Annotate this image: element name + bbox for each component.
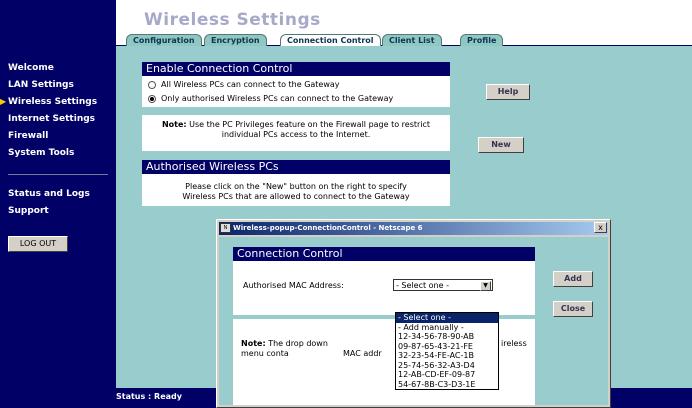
note-label: Note: [161, 120, 187, 129]
radio-row-authorised[interactable]: Only authorised Wireless PCs can connect… [148, 94, 393, 103]
enable-connection-control-section: Enable Connection Control All Wireless P… [142, 62, 450, 107]
close-button[interactable]: Close [553, 301, 593, 317]
authorised-wireless-pcs-section: Authorised Wireless PCs Please click on … [142, 160, 450, 206]
popup-heading: Connection Control [233, 247, 535, 261]
popup-note-end: ireless [501, 339, 527, 348]
sidebar-item-internet-settings[interactable]: Internet Settings [8, 114, 95, 124]
sidebar-item-wireless-settings[interactable]: Wireless Settings [8, 97, 97, 107]
sidebar-item-lan-settings[interactable]: LAN Settings [8, 80, 74, 90]
popup-titlebar: Wireless-popup-ConnectionControl - Netsc… [219, 222, 608, 235]
authorised-instructions: Please click on the "New" button on the … [146, 182, 446, 202]
dropdown-option[interactable]: 12-AB-CD-EF-09-87 [396, 370, 498, 380]
mac-address-label: Authorised MAC Address: [243, 281, 344, 290]
sidebar-item-status-logs[interactable]: Status and Logs [8, 189, 90, 199]
section-heading: Enable Connection Control [142, 62, 450, 76]
dropdown-option[interactable]: 32-23-54-FE-AC-1B [396, 351, 498, 361]
radio-all-pcs[interactable] [148, 80, 156, 89]
note-line2: individual PCs access to the Internet. [221, 130, 371, 139]
sidebar-item-system-tools[interactable]: System Tools [8, 148, 74, 158]
sidebar-item-support[interactable]: Support [8, 206, 49, 216]
section-heading: Authorised Wireless PCs [142, 160, 450, 174]
active-arrow-icon: ▶ [0, 97, 7, 106]
firewall-note: Note: Use the PC Privileges feature on t… [146, 120, 446, 140]
dropdown-option[interactable]: - Select one - [396, 313, 498, 323]
radio-row-all[interactable]: All Wireless PCs can connect to the Gate… [148, 80, 340, 89]
mac-address-dropdown[interactable]: - Select one - - Add manually - 12-34-56… [395, 312, 499, 390]
radio-label-all: All Wireless PCs can connect to the Gate… [161, 80, 340, 89]
add-button[interactable]: Add [553, 271, 593, 287]
logout-button[interactable]: LOG OUT [8, 236, 68, 252]
dropdown-option[interactable]: 54-67-8B-C3-D3-1E [396, 380, 498, 390]
sidebar: ▶ Welcome LAN Settings Wireless Settings… [0, 0, 116, 388]
note-line1: Use the PC Privileges feature on the Fir… [189, 120, 431, 129]
status-text: Status : Ready [116, 392, 182, 401]
help-button[interactable]: Help [486, 84, 530, 100]
dropdown-option[interactable]: 09-87-65-43-21-FE [396, 342, 498, 352]
sidebar-item-firewall[interactable]: Firewall [8, 131, 48, 141]
dropdown-option[interactable]: 12-34-56-78-90-AB [396, 332, 498, 342]
select-value: - Select one - [396, 281, 449, 290]
tab-bar: Configuration Encryption Connection Cont… [116, 34, 692, 47]
popup-body: Connection Control Authorised MAC Addres… [219, 237, 608, 405]
netscape-icon: N [220, 223, 231, 233]
mac-address-select[interactable]: - Select one - ▼ [393, 279, 493, 291]
connection-control-section: Connection Control Authorised MAC Addres… [233, 247, 535, 315]
sidebar-item-welcome[interactable]: Welcome [8, 63, 54, 73]
popup-note-start: Note: The drop down menu conta [241, 339, 335, 359]
sidebar-divider [8, 174, 108, 175]
dropdown-option[interactable]: - Add manually - [396, 323, 498, 333]
note-box: Note: Use the PC Privileges feature on t… [142, 115, 450, 151]
popup-title-text: Wireless-popup-ConnectionControl - Netsc… [233, 224, 423, 232]
new-button[interactable]: New [478, 137, 524, 153]
popup-window: Wireless-popup-ConnectionControl - Netsc… [216, 219, 611, 408]
authorised-line1: Please click on the "New" button on the … [185, 182, 407, 191]
page-title: Wireless Settings [144, 10, 321, 30]
chevron-down-icon[interactable]: ▼ [480, 281, 491, 291]
authorised-line2: Wireless PCs that are allowed to connect… [182, 192, 410, 201]
dropdown-option[interactable]: 25-74-56-32-A3-D4 [396, 361, 498, 371]
popup-note-label: Note: [241, 339, 266, 348]
radio-authorised-pcs[interactable] [148, 94, 156, 103]
radio-label-authorised: Only authorised Wireless PCs can connect… [161, 94, 394, 103]
window-close-button[interactable]: x [594, 222, 607, 233]
